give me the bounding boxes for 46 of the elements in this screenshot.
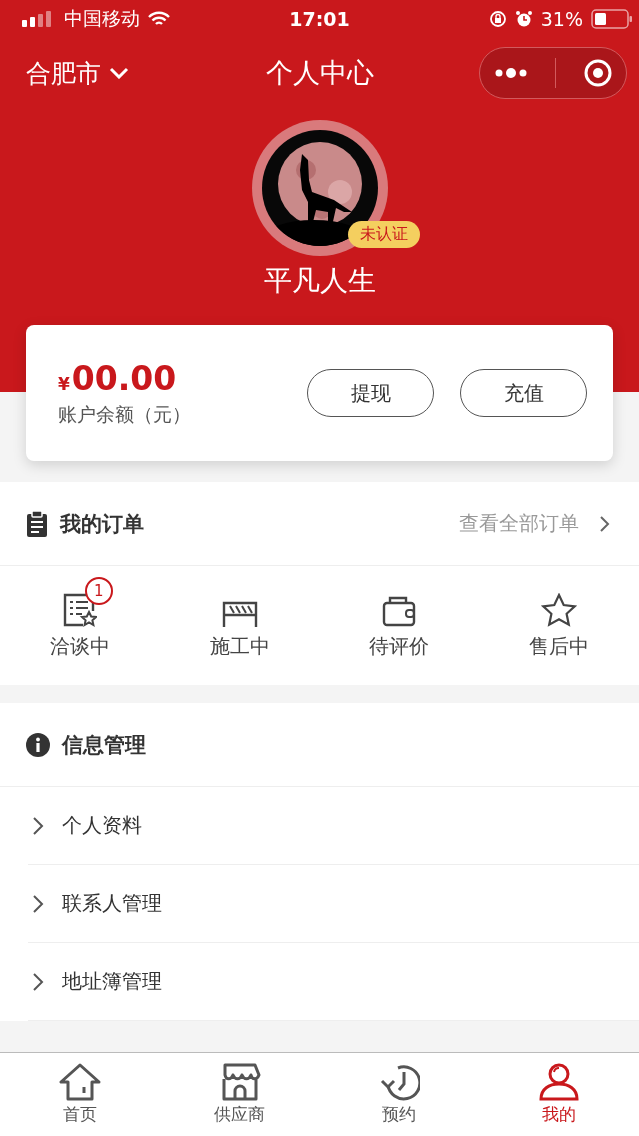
chevron-right-icon [32, 815, 44, 836]
menu-row[interactable]: 地址簿管理 [28, 943, 639, 1021]
order-status-item[interactable]: 售后中 [479, 566, 639, 685]
home-icon [58, 1063, 101, 1101]
chevron-down-icon [109, 67, 129, 79]
balance-action-button[interactable]: 充值 [460, 369, 587, 417]
battery-icon [591, 9, 633, 29]
battery-percent: 31% [540, 8, 583, 30]
close-target-icon[interactable] [582, 58, 613, 88]
info-icon [26, 732, 50, 757]
chevron-right-icon [32, 893, 44, 914]
clipboard-icon [26, 510, 48, 537]
document-star-icon [62, 593, 97, 627]
order-status-item[interactable]: 1 洽谈中 [0, 566, 160, 685]
tab-item[interactable]: 我的 [479, 1053, 639, 1136]
currency-symbol: ¥ [58, 373, 70, 394]
section-title: 信息管理 [62, 731, 147, 759]
history-clock-icon [378, 1063, 421, 1101]
order-status-item[interactable]: 待评价 [319, 566, 480, 685]
more-icon[interactable] [493, 67, 528, 79]
menu-row[interactable]: 联系人管理 [28, 865, 639, 943]
clock-time: 17:01 [289, 8, 350, 30]
page-title: 个人中心 [265, 56, 374, 90]
verification-badge: 未认证 [347, 221, 420, 248]
user-icon [538, 1063, 581, 1101]
chevron-right-icon [32, 971, 44, 992]
chevron-right-icon [599, 514, 611, 533]
tab-item[interactable]: 供应商 [159, 1053, 320, 1136]
fence-icon [221, 601, 258, 627]
rotation-lock-icon [488, 10, 507, 28]
wallet-icon [382, 595, 417, 627]
section-title: 我的订单 [60, 510, 145, 538]
tab-item[interactable]: 预约 [319, 1053, 480, 1136]
balance-action-button[interactable]: 提现 [307, 369, 434, 417]
order-status-item[interactable]: 施工中 [159, 566, 320, 685]
wifi-icon [148, 11, 170, 27]
balance-label: 账户余额（元） [58, 401, 191, 427]
star-icon [541, 593, 578, 627]
menu-row[interactable]: 个人资料 [28, 787, 639, 865]
balance-amount: 00.00 [71, 358, 177, 398]
count-badge: 1 [84, 577, 113, 605]
city-selector[interactable]: 合肥市 [26, 56, 129, 90]
carrier-name: 中国移动 [64, 6, 140, 31]
alarm-icon [514, 10, 533, 28]
tab-item[interactable]: 首页 [0, 1053, 160, 1136]
user-name: 平凡人生 [263, 263, 376, 299]
